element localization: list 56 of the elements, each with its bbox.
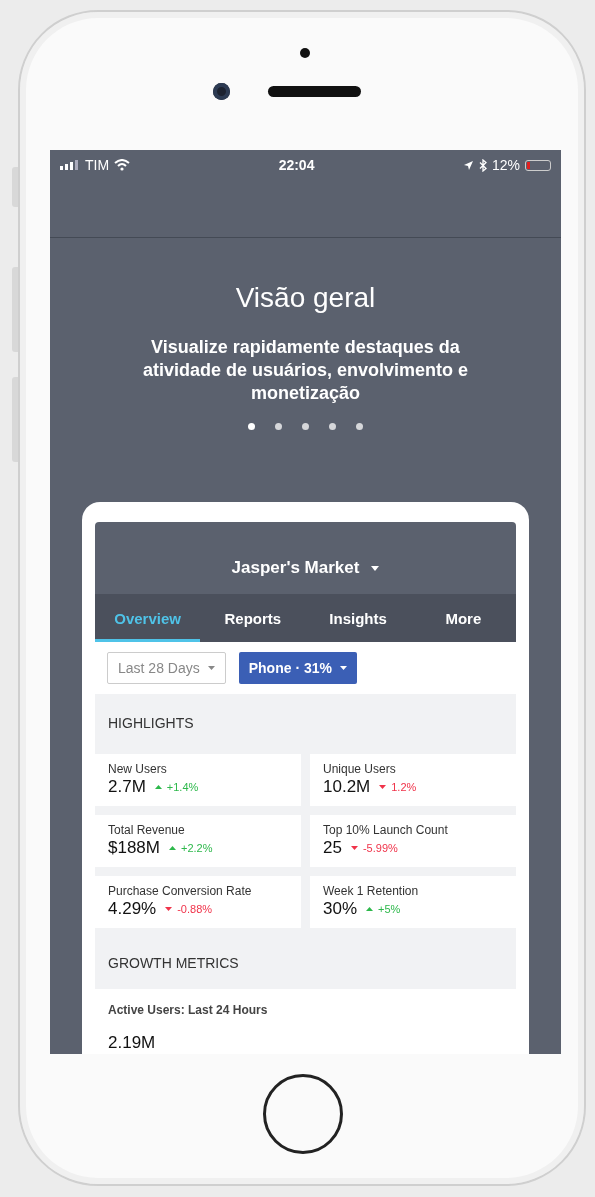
wifi-icon xyxy=(114,159,131,171)
tab[interactable]: Insights xyxy=(305,594,411,642)
metric-value: 2.7M xyxy=(108,777,146,797)
metric-change: +5% xyxy=(378,903,401,915)
tab[interactable]: Overview xyxy=(95,594,201,642)
carrier-name: TIM xyxy=(85,157,110,173)
up-triangle-icon xyxy=(154,785,162,789)
metric-label: Purchase Conversion Rate xyxy=(108,884,253,898)
metric-label: New Users xyxy=(108,762,168,776)
status-time: 22:04 xyxy=(278,157,315,173)
camera-icon xyxy=(213,83,230,100)
metric-value: 25 xyxy=(323,838,342,858)
filter-dropdown[interactable]: Phone · 31% xyxy=(238,652,357,684)
down-triangle-icon xyxy=(165,907,173,911)
section-header: GROWTH METRICS xyxy=(95,937,516,989)
page-dot[interactable] xyxy=(275,423,282,430)
metric-label: Top 10% Launch Count xyxy=(323,823,449,837)
signal-icon xyxy=(60,160,80,170)
chart-title: Active Users: Last 24 Hours xyxy=(107,1002,269,1017)
metric-value: 4.29% xyxy=(108,899,157,919)
metric-change: -0.88% xyxy=(177,903,213,915)
sensor-dot xyxy=(300,48,310,58)
onboarding-title: Visão geral xyxy=(235,282,376,314)
bluetooth-icon xyxy=(478,158,487,172)
caret-icon xyxy=(207,666,215,670)
metric-value: $188M xyxy=(108,838,160,858)
metric-label: Week 1 Retention xyxy=(323,884,420,898)
metric-value: 30% xyxy=(323,899,358,919)
onboarding-subtitle: Visualize rapidamente destaques da atividade de usuários, envolvimento e monetização xyxy=(141,336,470,405)
up-triangle-icon xyxy=(366,907,374,911)
down-triangle-icon xyxy=(350,846,358,850)
battery-percent: 12% xyxy=(491,157,520,173)
home-button[interactable] xyxy=(263,1074,343,1154)
tab[interactable]: More xyxy=(410,594,516,642)
caret-icon xyxy=(371,565,380,571)
metric-value: 10.2M xyxy=(323,777,371,797)
down-triangle-icon xyxy=(379,785,387,789)
metric-change: +1.4% xyxy=(166,781,199,793)
location-icon xyxy=(462,159,474,171)
app-title-selector[interactable]: Jasper's Market xyxy=(231,558,380,578)
metric-label: Total Revenue xyxy=(108,823,186,837)
battery-icon xyxy=(525,159,551,171)
metric-change: -5.99% xyxy=(362,842,398,854)
metric-change: +2.2% xyxy=(181,842,213,854)
metric-change: 1.2% xyxy=(391,781,417,793)
metric-value: 2.19M xyxy=(107,1032,157,1053)
metric-label: Unique Users xyxy=(323,762,397,776)
caret-icon xyxy=(339,666,347,670)
up-triangle-icon xyxy=(169,846,176,850)
page-dot[interactable] xyxy=(329,423,336,430)
filter-dropdown[interactable]: Last 28 Days xyxy=(107,652,226,684)
page-dot[interactable] xyxy=(356,423,363,430)
page-dot[interactable] xyxy=(248,423,255,430)
section-header: HIGHLIGHTS xyxy=(95,694,516,752)
tab[interactable]: Reports xyxy=(200,594,306,642)
page-dot[interactable] xyxy=(302,423,309,430)
